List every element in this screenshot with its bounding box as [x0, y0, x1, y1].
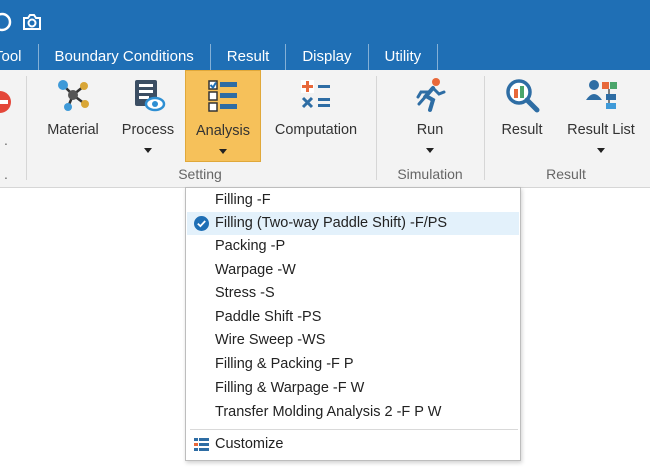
tab-boundary-conditions[interactable]: Boundary Conditions [39, 44, 211, 70]
circle-icon[interactable] [0, 10, 14, 34]
ribbon: . Material Process Analysis Computation … [0, 70, 650, 188]
tab-result[interactable]: Result [211, 44, 287, 70]
run-dropdown-arrow-icon[interactable] [426, 148, 434, 153]
calculator-icon [297, 76, 335, 114]
menu-item-filling-packing[interactable]: Filling & Packing -F P [187, 353, 519, 376]
result-list-dropdown-arrow-icon[interactable] [597, 148, 605, 153]
group-separator [484, 76, 485, 180]
analysis-button[interactable]: Analysis [185, 70, 261, 162]
result-list-button[interactable]: Result List [562, 70, 640, 162]
check-circle-icon [194, 216, 209, 231]
run-button[interactable]: Run [398, 70, 462, 162]
group-separator [26, 76, 27, 180]
menu-separator [190, 429, 518, 430]
molecule-icon [54, 76, 92, 114]
analysis-dropdown-arrow-icon[interactable] [219, 149, 227, 154]
menu-item-filling-two-way-paddle-shift[interactable]: Filling (Two-way Paddle Shift) -F/PS [187, 212, 519, 235]
process-button[interactable]: Process [116, 70, 180, 162]
menu-item-label: Paddle Shift -PS [215, 309, 322, 325]
menu-item-label: Warpage -W [215, 262, 296, 278]
menu-item-packing[interactable]: Packing -P [187, 235, 519, 258]
partial-group-dot: . [4, 166, 8, 182]
menu-item-customize[interactable]: Customize [187, 433, 519, 456]
menu-item-stress[interactable]: Stress -S [187, 282, 519, 305]
menu-item-label: Filling & Warpage -F W [215, 380, 365, 396]
partial-tool-icon[interactable] [0, 88, 14, 116]
runner-icon [411, 76, 449, 114]
analysis-list-icon [204, 77, 242, 115]
result-list-label: Result List [567, 122, 635, 138]
computation-button[interactable]: Computation [268, 70, 364, 162]
title-bar [0, 0, 650, 44]
magnifier-chart-icon [503, 76, 541, 114]
analysis-label: Analysis [196, 123, 250, 139]
menu-item-label: Filling (Two-way Paddle Shift) -F/PS [215, 215, 448, 231]
material-label: Material [47, 122, 99, 138]
computation-label: Computation [274, 122, 358, 138]
menu-item-filling-warpage[interactable]: Filling & Warpage -F W [187, 377, 519, 400]
result-label: Result [501, 122, 543, 138]
menu-bar: Tool Boundary Conditions Result Display … [0, 44, 650, 70]
group-separator [376, 76, 377, 180]
menu-item-label: Packing -P [215, 238, 286, 254]
menu-item-paddle-shift[interactable]: Paddle Shift -PS [187, 306, 519, 329]
menu-item-label: Filling & Packing -F P [215, 356, 354, 372]
partial-dot: . [4, 132, 8, 148]
tab-tool[interactable]: Tool [0, 44, 39, 70]
tab-display[interactable]: Display [286, 44, 369, 70]
customize-list-icon [194, 437, 210, 453]
result-button[interactable]: Result [494, 70, 550, 162]
menu-item-label: Stress -S [215, 285, 275, 301]
menu-item-transfer-molding-analysis-2[interactable]: Transfer Molding Analysis 2 -F P W [187, 401, 519, 424]
group-label-result: Result [546, 166, 586, 182]
tab-utility[interactable]: Utility [369, 44, 439, 70]
group-label-simulation: Simulation [397, 166, 463, 182]
menu-item-filling[interactable]: Filling -F [187, 189, 519, 212]
menu-item-wire-sweep[interactable]: Wire Sweep -WS [187, 329, 519, 352]
process-view-icon [129, 76, 167, 114]
run-label: Run [416, 122, 444, 138]
process-dropdown-arrow-icon[interactable] [144, 148, 152, 153]
group-label-setting: Setting [178, 166, 222, 182]
menu-item-label: Filling -F [215, 192, 271, 208]
camera-icon[interactable] [20, 10, 44, 34]
process-label: Process [121, 122, 175, 138]
menu-item-warpage[interactable]: Warpage -W [187, 259, 519, 282]
menu-item-label: Transfer Molding Analysis 2 -F P W [215, 404, 442, 420]
analysis-dropdown-menu: Filling -F Filling (Two-way Paddle Shift… [185, 187, 521, 461]
material-button[interactable]: Material [38, 70, 108, 162]
customize-label: Customize [215, 436, 284, 452]
result-list-icon [582, 76, 620, 114]
menu-item-label: Wire Sweep -WS [215, 332, 326, 348]
